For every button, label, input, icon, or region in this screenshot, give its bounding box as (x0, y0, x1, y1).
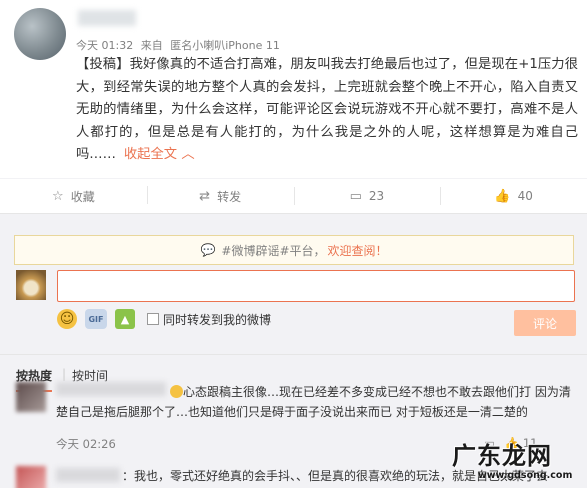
post-tag: 【投稿】 (76, 57, 130, 72)
author-avatar[interactable] (14, 8, 66, 60)
rumor-notice[interactable]: 💬 #微博辟谣#平台， 欢迎查阅！ (14, 235, 574, 265)
comment-time: 今天 02:26 (56, 437, 116, 451)
gif-icon[interactable]: GIF (85, 309, 107, 329)
collapse-link[interactable]: 收起全文 ︿ (124, 147, 195, 162)
weibo-post: 今天 01:32 来自 匿名小喇叭iPhone 11 【投稿】我好像真的不适合打… (0, 0, 587, 178)
post-source[interactable]: 匿名小喇叭iPhone 11 (170, 39, 280, 52)
notice-hashtag[interactable]: #微博辟谣#平台， (221, 242, 325, 259)
post-time[interactable]: 今天 01:32 (76, 39, 133, 52)
star-icon: ☆ (52, 188, 64, 204)
post-action-bar: ☆ 收藏 ⇄ 转发 ▭ 23 👍 40 (0, 178, 587, 214)
watermark-logo: 广东龙网 (452, 441, 552, 470)
site-watermark: 广东龙网 www.gdsong.com (452, 436, 582, 486)
chat-bubble-icon: 💬 (200, 243, 216, 257)
favorite-label: 收藏 (70, 189, 95, 204)
favorite-button[interactable]: ☆ 收藏 (0, 188, 147, 205)
comment-icon: ▭ (349, 188, 362, 204)
comment-count: 23 (368, 189, 385, 203)
repost-label: 转发 (217, 189, 242, 204)
notice-welcome: 欢迎查阅！ (327, 243, 388, 258)
thumbs-up-icon: 👍 (494, 188, 511, 204)
commenter-avatar[interactable] (16, 466, 46, 488)
crying-emoji-icon (170, 385, 183, 398)
my-avatar[interactable] (16, 270, 46, 300)
collapse-label: 收起全文 (123, 147, 178, 162)
submit-comment-button[interactable]: 评论 (514, 310, 576, 336)
emoji-icon[interactable]: ☺ (57, 309, 77, 329)
comment-button[interactable]: ▭ 23 (293, 186, 441, 205)
like-button[interactable]: 👍 40 (440, 186, 587, 205)
commenter-avatar[interactable] (16, 382, 46, 412)
forward-label: 同时转发到我的微博 (163, 312, 272, 327)
repost-button[interactable]: ⇄ 转发 (146, 185, 294, 205)
watermark-url: www.gdsong.com (478, 470, 573, 481)
commenter-name-blurred[interactable] (56, 468, 120, 482)
forward-checkbox[interactable] (147, 313, 159, 325)
repost-icon: ⇄ (199, 188, 211, 204)
commenter-name-blurred[interactable] (56, 382, 166, 396)
comment-input[interactable] (57, 270, 575, 302)
sort-divider: | (62, 367, 67, 381)
like-count: 40 (517, 189, 533, 203)
image-icon[interactable]: ▲ (115, 309, 135, 329)
post-body: 【投稿】我好像真的不适合打高难，朋友叫我去打绝最后也过了，但是现在+1压力很大，… (76, 54, 578, 167)
post-meta: 今天 01:32 来自 匿名小喇叭iPhone 11 (76, 37, 284, 53)
chevron-up-icon: ︿ (181, 147, 195, 162)
post-source-prefix: 来自 (140, 39, 163, 52)
author-name-blurred[interactable] (78, 10, 136, 26)
composer-toolbar: ☺ GIF ▲ 同时转发到我的微博 (57, 306, 271, 332)
